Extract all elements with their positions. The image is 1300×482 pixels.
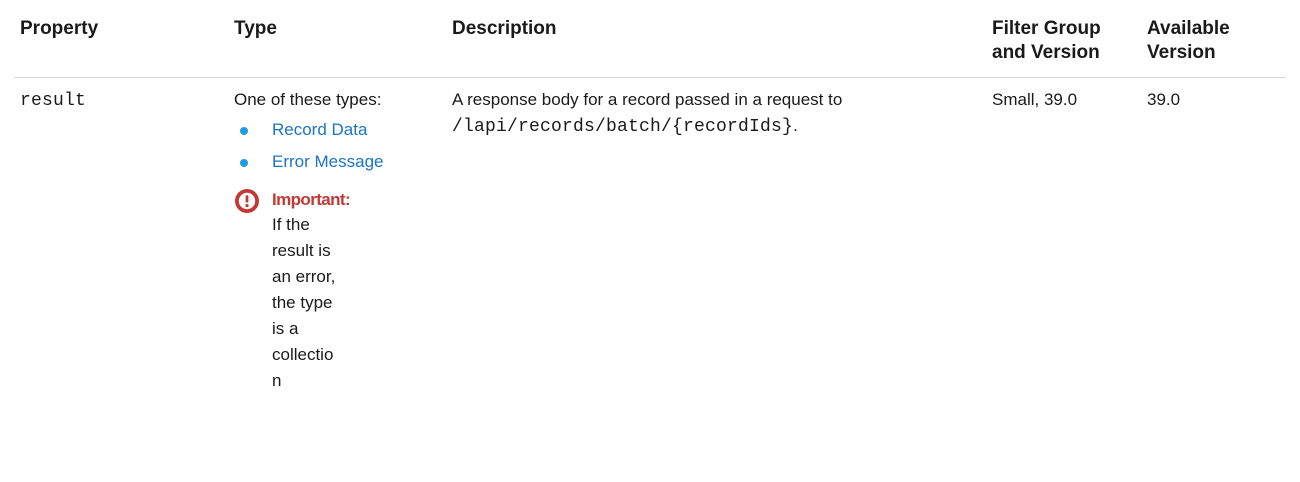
property-name: result [20,91,87,111]
type-intro: One of these types: [234,90,382,109]
header-filter-group: Filter Group and Version [986,8,1141,78]
api-reference-page: Property Type Description Filter Group a… [0,0,1300,482]
list-item: Record Data [234,118,440,142]
type-list: Record Data Error Message [234,118,440,174]
filter-group-cell: Small, 39.0 [986,78,1141,395]
table-row: result One of these types: Record Data E… [14,78,1286,395]
error-message-link[interactable]: Error Message [272,152,383,171]
header-description: Description [446,8,986,78]
table-header-row: Property Type Description Filter Group a… [14,8,1286,78]
filter-group-value: Small, 39.0 [992,90,1078,109]
header-available-version: Available Version [1141,8,1286,78]
description-cell: A response body for a record passed in a… [446,78,986,395]
list-item: Error Message [234,150,440,174]
type-cell: One of these types: Record Data Error Me… [228,78,446,395]
description-suffix: . [793,116,798,135]
important-note: Important: If the result is an error, th… [234,188,440,394]
header-property: Property [14,8,228,78]
available-version-cell: 39.0 [1141,78,1286,395]
bullet-icon [240,127,248,135]
property-table: Property Type Description Filter Group a… [14,8,1286,394]
important-text: If the result is an error, the type is a… [272,215,336,390]
property-cell: result [14,78,228,395]
important-label: Important: [272,190,351,209]
available-version-value: 39.0 [1147,90,1181,109]
header-type: Type [228,8,446,78]
description-text: A response body for a record passed in a… [452,90,843,109]
bullet-icon [240,159,248,167]
record-data-link[interactable]: Record Data [272,120,367,139]
description-endpoint-code: /lapi/records/batch/{recordIds} [452,117,794,137]
exclamation-circle-icon [235,189,259,213]
